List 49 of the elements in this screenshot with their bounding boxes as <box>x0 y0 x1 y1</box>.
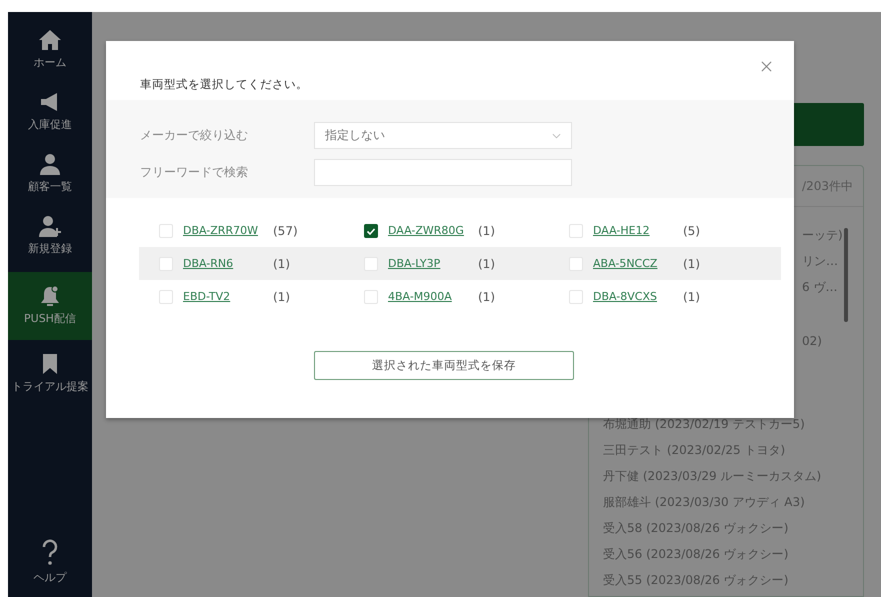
list-item[interactable]: 三田テスト (2023/02/25 トヨタ) <box>603 437 822 463</box>
model-count: (1) <box>478 224 495 238</box>
person-icon <box>38 152 62 176</box>
chevron-down-icon <box>552 132 561 138</box>
model-count: (1) <box>273 256 290 270</box>
model-count: (1) <box>478 290 495 304</box>
close-icon[interactable] <box>761 61 772 72</box>
model-code-link[interactable]: DAA-HE12 <box>593 224 683 237</box>
model-code-link[interactable]: EBD-TV2 <box>183 290 273 303</box>
model-code-link[interactable]: DAA-ZWR80G <box>388 224 478 237</box>
model-count: (1) <box>683 256 700 270</box>
sidebar-item[interactable]: ヘルプ <box>8 533 92 593</box>
model-code-link[interactable]: 4BA-M900A <box>388 290 478 303</box>
model-code-link[interactable]: ABA-5NCCZ <box>593 257 683 270</box>
model-count: (1) <box>273 290 290 304</box>
sidebar-item[interactable]: 新規登録 <box>8 210 92 264</box>
maker-dropdown[interactable]: 指定しない <box>314 122 572 149</box>
search-field[interactable] <box>314 159 572 186</box>
list-item[interactable]: 服部雄斗 (2023/03/30 アウディ A3) <box>603 489 822 515</box>
model-code-link[interactable]: DBA-RN6 <box>183 257 273 270</box>
list-item[interactable]: 02) <box>802 328 863 354</box>
filter-label: メーカーで絞り込む <box>140 127 249 144</box>
home-icon <box>38 28 62 52</box>
list-item[interactable]: 丹下健 (2023/03/29 ルーミーカスタム) <box>603 463 822 489</box>
person-add-icon <box>38 214 62 238</box>
sidebar-item[interactable]: 顧客一覧 <box>8 148 92 202</box>
model-code-link[interactable]: DBA-LY3P <box>388 257 478 270</box>
list-item[interactable]: リン… <box>802 248 863 274</box>
model-code-link[interactable]: DBA-ZRR70W <box>183 224 273 237</box>
bell-icon <box>38 284 62 308</box>
sidebar-item[interactable]: ホーム <box>8 24 92 78</box>
model-count: (5) <box>683 224 700 238</box>
scrollbar[interactable] <box>844 228 848 322</box>
sidebar-item[interactable]: 入庫促進 <box>8 86 92 140</box>
list-item[interactable]: 受入58 (2023/08/26 ヴォクシー) <box>603 515 822 541</box>
list-item[interactable]: 受入56 (2023/08/26 ヴォクシー) <box>603 541 822 567</box>
save-button[interactable]: 選択された車両型式を保存 <box>314 351 574 380</box>
model-count: (1) <box>683 290 700 304</box>
model-code-link[interactable]: DBA-8VCXS <box>593 290 683 303</box>
sidebar-item[interactable]: トライアル提案 <box>8 348 92 402</box>
list-item[interactable]: 受入55 (2023/08/26 ヴォクシー) <box>603 567 822 593</box>
model-count: (57) <box>273 224 298 238</box>
dialog-title: 車両型式を選択してください。 <box>140 77 308 93</box>
filter-label: フリーワードで検索 <box>140 164 249 181</box>
list-item[interactable]: 6 ヴ… <box>802 274 863 300</box>
sidebar-item[interactable]: PUSH配信 <box>8 272 92 340</box>
checkbox[interactable] <box>364 224 378 238</box>
model-count: (1) <box>478 256 495 270</box>
list-item[interactable]: ーッテ) <box>802 222 863 248</box>
